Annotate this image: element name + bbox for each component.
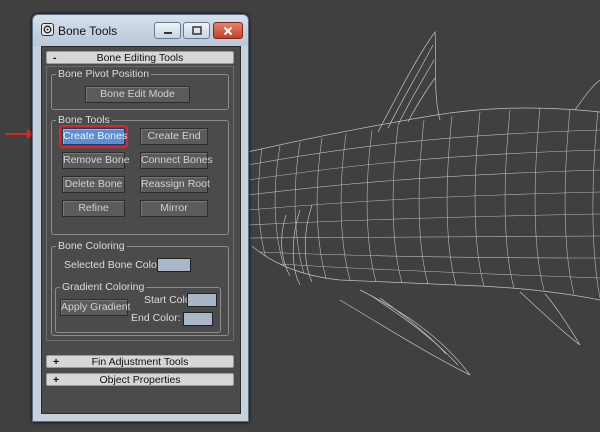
start-color-swatch[interactable] [187,293,217,307]
end-color-swatch[interactable] [183,312,213,326]
bone-tools-window: Bone Tools - Bone Editing Tools Bone Piv… [32,14,249,422]
selected-bone-color-swatch[interactable] [157,258,191,272]
mirror-button[interactable]: Mirror [140,200,208,217]
maximize-button[interactable] [183,22,210,39]
group-bone-coloring: Bone Coloring Selected Bone Color: Gradi… [51,240,229,336]
refine-button[interactable]: Refine [62,200,125,217]
group-label: Bone Pivot Position [56,68,152,81]
connect-bones-button[interactable]: Connect Bones [140,152,213,169]
expand-icon: + [53,374,60,386]
red-arrow-icon [5,129,35,139]
rollout-header-fin-adjustment[interactable]: + Fin Adjustment Tools [46,355,234,368]
rollout-header-bone-editing[interactable]: - Bone Editing Tools [46,51,234,64]
window-title: Bone Tools [58,24,118,38]
group-label: Gradient Coloring [60,281,147,294]
expand-icon: + [53,356,60,368]
collapse-icon: - [53,52,57,64]
bone-edit-mode-button[interactable]: Bone Edit Mode [85,86,190,103]
group-gradient-coloring: Gradient Coloring Apply Gradient Start C… [55,281,221,333]
app-icon [41,23,54,36]
rollout-body-bone-editing: Bone Pivot Position Bone Edit Mode Bone … [46,66,234,341]
group-label: Bone Coloring [56,240,127,253]
selected-bone-color-label: Selected Bone Color: [64,259,164,271]
close-icon [214,23,242,38]
panel-client-area: - Bone Editing Tools Bone Pivot Position… [41,46,241,414]
minimize-button[interactable] [154,22,181,39]
group-bone-tools: Bone Tools Create Bones Create End Remov… [51,114,229,235]
create-bones-button[interactable]: Create Bones [62,128,127,145]
close-button[interactable] [213,22,243,39]
reassign-root-button[interactable]: Reassign Root [140,176,210,193]
delete-bone-button[interactable]: Delete Bone [62,176,125,193]
rollout-title: Bone Editing Tools [96,52,184,64]
maximize-icon [184,23,209,38]
apply-gradient-button[interactable]: Apply Gradient [60,299,130,316]
title-bar[interactable]: Bone Tools [33,15,248,46]
minimize-icon [155,23,180,38]
rollout-header-object-properties[interactable]: + Object Properties [46,373,234,386]
create-end-button[interactable]: Create End [140,128,208,145]
end-color-label: End Color: [131,312,181,324]
rollout-title: Object Properties [99,374,181,386]
remove-bone-button[interactable]: Remove Bone [62,152,130,169]
rollout-title: Fin Adjustment Tools [91,356,189,368]
group-bone-pivot-position: Bone Pivot Position Bone Edit Mode [51,68,229,110]
